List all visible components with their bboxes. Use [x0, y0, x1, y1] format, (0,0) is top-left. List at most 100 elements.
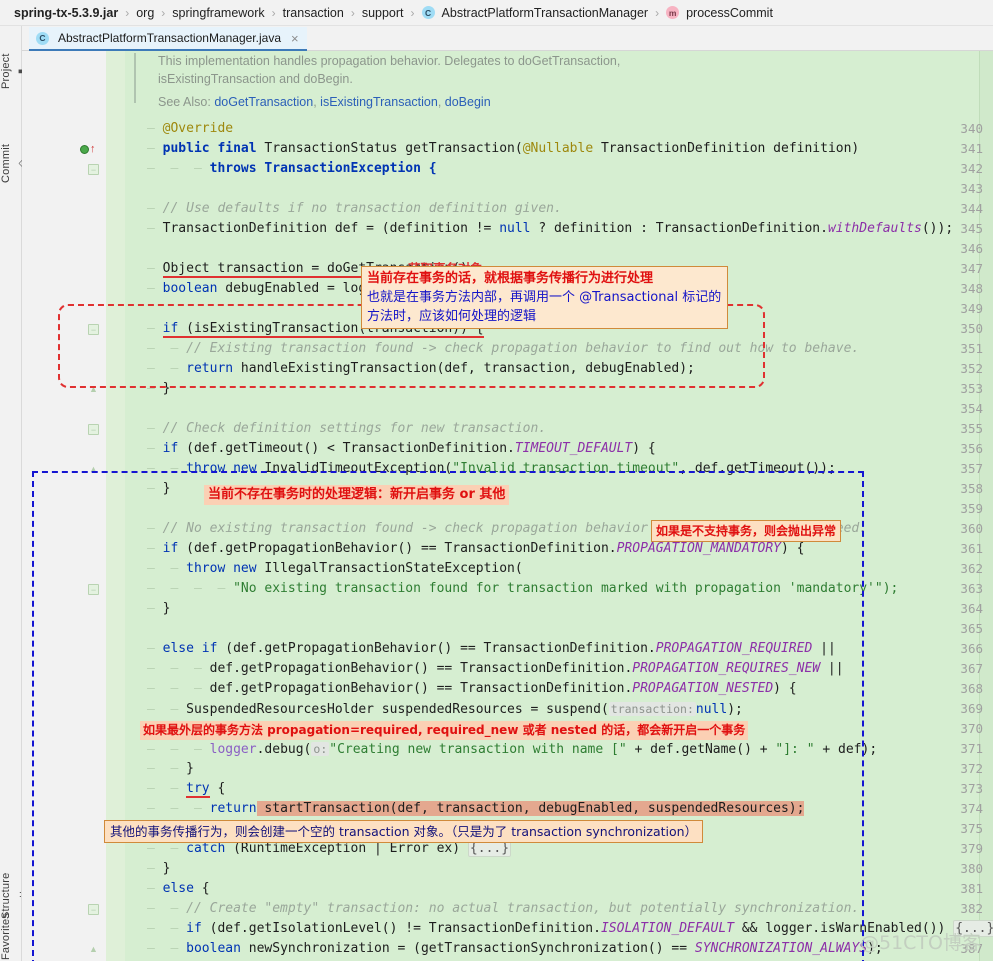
- line-number: 355: [915, 419, 993, 439]
- breadcrumb-label: support: [362, 6, 404, 20]
- sidebar-item-project[interactable]: Project ▮: [0, 32, 22, 110]
- params: TransactionDefinition definition): [593, 141, 859, 156]
- class-icon: C: [422, 6, 435, 19]
- breadcrumb-item-springframework[interactable]: springframework: [172, 6, 264, 20]
- code-line-340[interactable]: — @Override: [147, 119, 233, 139]
- line-number: 366: [915, 639, 993, 659]
- editor-tab-bar: C AbstractPlatformTransactionManager.jav…: [22, 26, 993, 51]
- line-number: 364: [915, 599, 993, 619]
- close-icon[interactable]: ×: [291, 31, 299, 46]
- breadcrumb-item-transaction[interactable]: transaction: [283, 6, 344, 20]
- annotation-override: @Override: [163, 121, 233, 136]
- breadcrumb-item-org[interactable]: org: [136, 6, 154, 20]
- breadcrumb-label: transaction: [283, 6, 344, 20]
- watermark: @51CTO博客: [860, 928, 981, 955]
- type: TransactionStatus: [264, 141, 405, 156]
- banner-outer-transaction: 如果最外层的事务方法 propagation=required, require…: [140, 721, 748, 740]
- code-line-355[interactable]: — // Check definition settings for new t…: [147, 419, 546, 439]
- line-number: 353: [915, 379, 993, 399]
- line-number: 382: [915, 899, 993, 919]
- banner-no-transaction-logic: 当前不存在事务时的处理逻辑：新开启事务 or 其他: [204, 485, 509, 505]
- line-number: 351: [915, 339, 993, 359]
- kw-if: if: [163, 441, 179, 456]
- sidebar-item-label: Commit: [0, 143, 12, 182]
- ide-window: spring-tx-5.3.9.jar › org › springframew…: [0, 0, 993, 961]
- code-part: ) {: [632, 441, 655, 456]
- method-name: getTransaction: [405, 141, 515, 156]
- tab-abstractplatformtransactionmanager[interactable]: C AbstractPlatformTransactionManager.jav…: [29, 27, 307, 51]
- line-number: 341: [915, 139, 993, 159]
- breadcrumb: spring-tx-5.3.9.jar › org › springframew…: [0, 0, 993, 26]
- tooltip-existing-transaction: 当前存在事务的话，就根据事务传播行为进行处理 也就是在事务方法内部，再调用一个 …: [361, 266, 728, 329]
- kw-boolean: boolean: [163, 281, 218, 296]
- line-number: 340: [915, 119, 993, 139]
- line-number: 346: [915, 239, 993, 259]
- tooltip-else-branch: 其他的事务传播行为，则会创建一个空的 transaction 对象。（只是为了 …: [104, 820, 703, 843]
- breadcrumb-item-class[interactable]: C AbstractPlatformTransactionManager: [422, 6, 649, 20]
- breadcrumb-separator: ›: [272, 6, 276, 20]
- breadcrumb-label: springframework: [172, 6, 264, 20]
- sidebar-item-commit[interactable]: Commit ◇: [0, 122, 22, 204]
- line-number: 350: [915, 319, 993, 339]
- breadcrumb-item-support[interactable]: support: [362, 6, 404, 20]
- sidebar-item-favorites[interactable]: Favorites: [0, 894, 22, 961]
- line-number: 368: [915, 679, 993, 699]
- sidebar-item-label: Project: [0, 53, 12, 89]
- tool-window-strip: Project ▮ Commit ◇ Structure ∷ Favorites: [0, 26, 22, 961]
- breadcrumb-separator: ›: [161, 6, 165, 20]
- code-line-356[interactable]: — if (def.getTimeout() < TransactionDefi…: [147, 439, 656, 459]
- line-number: 374: [915, 799, 993, 819]
- breadcrumb-separator: ›: [351, 6, 355, 20]
- punct: (: [515, 141, 523, 156]
- throws-clause: throws TransactionException {: [210, 161, 437, 176]
- code-line-341[interactable]: — public final TransactionStatus getTran…: [147, 139, 859, 159]
- line-number: 343: [915, 179, 993, 199]
- method-icon: m: [666, 6, 679, 19]
- line-number: 373: [915, 779, 993, 799]
- comment: // Check definition settings for new tra…: [163, 421, 547, 436]
- const-timeout-default: TIMEOUT_DEFAULT: [515, 441, 632, 456]
- editor[interactable]: This implementation handles propagation …: [22, 51, 993, 961]
- line-number: 380: [915, 859, 993, 879]
- breadcrumb-label: processCommit: [686, 6, 773, 20]
- breadcrumb-item-method[interactable]: m processCommit: [666, 6, 773, 20]
- line-number: 354: [915, 399, 993, 419]
- line-number: 358: [915, 479, 993, 499]
- line-number: 362: [915, 559, 993, 579]
- line-number: 372: [915, 759, 993, 779]
- line-number: 342: [915, 159, 993, 179]
- code-line-345[interactable]: — TransactionDefinition def = (definitio…: [147, 219, 953, 239]
- line-number: 360: [915, 519, 993, 539]
- tooltip-mandatory-throws: 如果是不支持事务，则会抛出异常: [651, 520, 841, 542]
- breadcrumb-separator: ›: [125, 6, 129, 20]
- line-number: 344: [915, 199, 993, 219]
- comment: // Use defaults if no transaction defini…: [163, 201, 562, 216]
- line-number: 352: [915, 359, 993, 379]
- code-part: (def.getTimeout() < TransactionDefinitio…: [178, 441, 515, 456]
- highlight-box-no-transaction: [32, 471, 864, 961]
- breadcrumb-separator: ›: [411, 6, 415, 20]
- line-number: 365: [915, 619, 993, 639]
- tab-label: AbstractPlatformTransactionManager.java: [58, 31, 281, 45]
- class-icon: C: [36, 32, 49, 45]
- code-line-342[interactable]: — — — throws TransactionException {: [147, 159, 437, 179]
- breadcrumb-separator: ›: [655, 6, 659, 20]
- annotation-nullable: @Nullable: [523, 141, 593, 156]
- breadcrumb-item-jar[interactable]: spring-tx-5.3.9.jar: [14, 6, 118, 20]
- line-number: 363: [915, 579, 993, 599]
- line-number: 371: [915, 739, 993, 759]
- breadcrumb-label: AbstractPlatformTransactionManager: [442, 6, 649, 20]
- line-number: 375: [915, 819, 993, 839]
- static-method: withDefaults: [828, 221, 922, 236]
- code-line-344[interactable]: — // Use defaults if no transaction defi…: [147, 199, 562, 219]
- line-number: 370: [915, 719, 993, 739]
- kw: public final: [163, 141, 265, 156]
- line-number: 347: [915, 259, 993, 279]
- line-number: 348: [915, 279, 993, 299]
- line-number: 356: [915, 439, 993, 459]
- line-number: 369: [915, 699, 993, 719]
- line-number: 359: [915, 499, 993, 519]
- kw-null: null: [499, 221, 530, 236]
- code-part: ? definition : TransactionDefinition.: [531, 221, 828, 236]
- sidebar-item-label: Favorites: [0, 912, 12, 959]
